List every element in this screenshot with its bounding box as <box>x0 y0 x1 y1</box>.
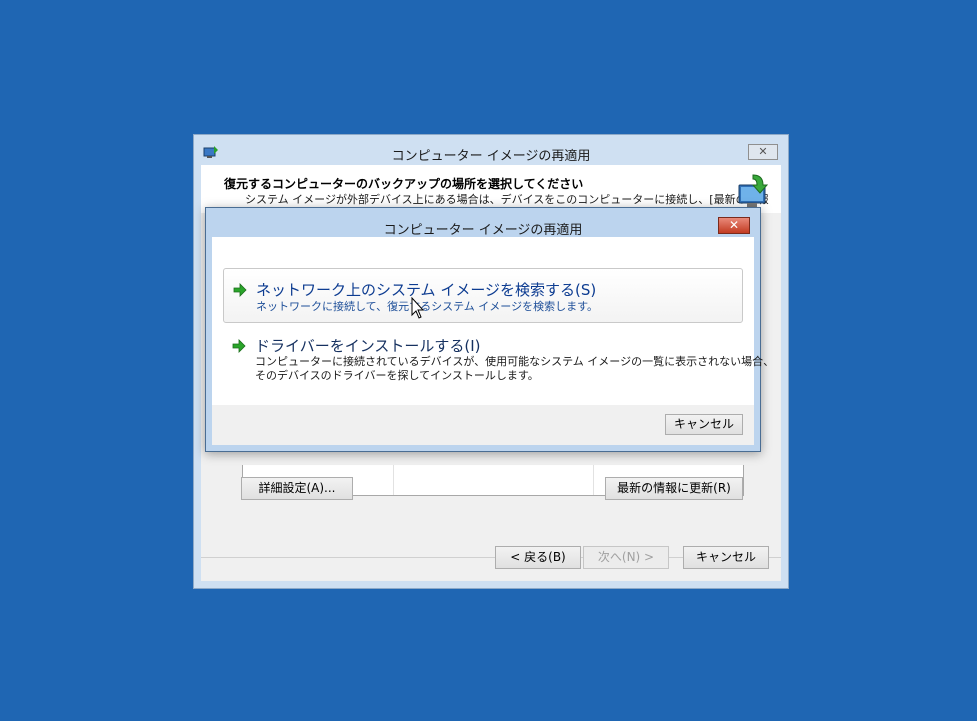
wizard-header: 復元するコンピューターのバックアップの場所を選択してください システム イメージ… <box>201 165 781 213</box>
install-driver-option[interactable]: ドライバーをインストールする(I) コンピューターに接続されているデバイスが、使… <box>223 332 774 392</box>
page-instruction: システム イメージが外部デバイス上にある場合は、デバイスをこのコンピューターに接… <box>245 193 769 206</box>
options-panel: ネットワーク上のシステム イメージを検索する(S) ネットワークに接続して、復元… <box>212 237 774 405</box>
mouse-pointer-icon <box>411 297 425 319</box>
dialog-cancel-button[interactable]: キャンセル <box>665 414 743 435</box>
option-label: ドライバーをインストールする(I) <box>255 337 481 355</box>
option-description: ネットワークに接続して、復元するシステム イメージを検索します。 <box>256 300 598 313</box>
green-arrow-icon <box>233 283 247 297</box>
search-network-image-option[interactable]: ネットワーク上のシステム イメージを検索する(S) ネットワークに接続して、復元… <box>223 268 743 323</box>
refresh-button[interactable]: 最新の情報に更新(R) <box>605 477 743 500</box>
wizard-cancel-button[interactable]: キャンセル <box>683 546 769 569</box>
option-description: そのデバイスのドライバーを探してインストールします。 <box>255 369 539 382</box>
green-arrow-icon <box>232 339 246 353</box>
dialog-close-button[interactable]: ✕ <box>718 217 750 234</box>
advanced-settings-button[interactable]: 詳細設定(A)... <box>241 477 353 500</box>
close-button[interactable]: ✕ <box>748 144 778 160</box>
reimage-options-dialog: コンピューター イメージの再適用 ✕ ネットワーク上のシステム イメージを検索す… <box>205 207 774 452</box>
list-column-divider <box>393 465 394 495</box>
title-bar[interactable]: コンピューター イメージの再適用 ✕ <box>194 135 788 165</box>
next-button[interactable]: 次へ(N) > <box>583 546 669 569</box>
option-description: コンピューターに接続されているデバイスが、使用可能なシステム イメージの一覧に表… <box>255 355 775 368</box>
window-title: コンピューター イメージの再適用 <box>391 149 591 164</box>
option-label: ネットワーク上のシステム イメージを検索する(S) <box>256 281 597 299</box>
page-heading: 復元するコンピューターのバックアップの場所を選択してください <box>224 177 584 191</box>
dialog-client-area: ネットワーク上のシステム イメージを検索する(S) ネットワークに接続して、復元… <box>212 237 774 445</box>
back-button[interactable]: < 戻る(B) <box>495 546 581 569</box>
list-column-divider <box>593 465 594 495</box>
dialog-title: コンピューター イメージの再適用 <box>383 223 583 238</box>
